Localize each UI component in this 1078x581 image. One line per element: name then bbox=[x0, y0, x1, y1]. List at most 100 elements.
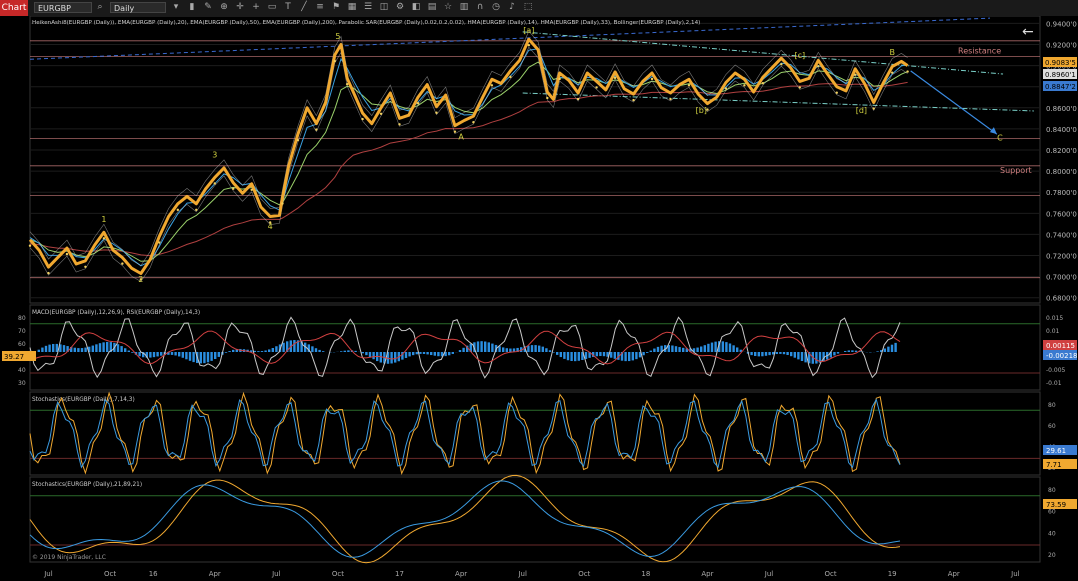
x-tick-label: 16 bbox=[149, 570, 158, 578]
price-tick-label: 0.7400'0 bbox=[1046, 231, 1077, 239]
sar-dot bbox=[472, 121, 475, 124]
window-icon[interactable]: ⚙ bbox=[394, 1, 406, 14]
macd-histogram-bar bbox=[462, 347, 465, 352]
add-icon[interactable]: ▭ bbox=[266, 1, 278, 14]
macd-histogram-bar bbox=[77, 348, 80, 352]
sar-dot bbox=[650, 77, 654, 81]
macd-rsi-badge-value: 39.27 bbox=[4, 353, 24, 361]
sar-dot bbox=[250, 188, 253, 191]
stoch-slow-tick: 20 bbox=[1048, 552, 1056, 559]
macd-histogram-bar bbox=[343, 350, 346, 352]
list-icon[interactable]: ◫ bbox=[378, 1, 390, 14]
macd-histogram-bar bbox=[275, 346, 278, 352]
resistance-label: Resistance bbox=[958, 47, 1001, 56]
macd-histogram-bar bbox=[642, 352, 645, 356]
macd-histogram-bar bbox=[394, 352, 397, 363]
zoom-icon[interactable]: ✛ bbox=[234, 1, 246, 14]
bell-icon[interactable]: ⬚ bbox=[522, 1, 534, 14]
macd-histogram-bar bbox=[430, 352, 433, 356]
macd-histogram-bar bbox=[268, 349, 271, 352]
macd-histogram-bar bbox=[480, 341, 483, 352]
macd-histogram-bar bbox=[487, 342, 490, 352]
sar-dot bbox=[890, 71, 894, 74]
flag-icon[interactable]: ▦ bbox=[346, 1, 358, 14]
x-tick-label: Jul bbox=[1010, 570, 1020, 578]
price-tick-label: 0.9400'0 bbox=[1046, 20, 1077, 28]
sar-dot bbox=[490, 84, 494, 87]
search-icon[interactable]: ⌕ bbox=[94, 1, 106, 14]
layers-icon[interactable]: ▤ bbox=[426, 1, 438, 14]
search-icon[interactable]: ▾ bbox=[170, 1, 182, 14]
macd-histogram-bar bbox=[833, 352, 836, 356]
macd-histogram-bar bbox=[570, 352, 573, 361]
stoch-slow-badge-value: 73.59 bbox=[1046, 501, 1066, 509]
text-icon[interactable]: ╱ bbox=[298, 1, 310, 14]
fib-icon[interactable]: ⚑ bbox=[330, 1, 342, 14]
price-tick-label: 0.8000'0 bbox=[1046, 168, 1077, 176]
clock-icon[interactable]: ♪ bbox=[506, 1, 518, 14]
macd-histogram-bar bbox=[703, 345, 706, 352]
star-icon[interactable]: ▥ bbox=[458, 1, 470, 14]
macd-histogram-bar bbox=[217, 352, 220, 357]
macd-histogram-bar bbox=[224, 352, 228, 353]
chart-tab[interactable]: Chart bbox=[0, 0, 28, 16]
macd-histogram-bar bbox=[98, 343, 102, 352]
sar-dot bbox=[435, 111, 438, 114]
timeframe-selector[interactable]: Daily bbox=[110, 2, 166, 13]
macd-rsi-tick-right: 0.01 bbox=[1046, 328, 1060, 335]
sar-dot bbox=[195, 208, 198, 212]
macd-histogram-bar bbox=[84, 347, 87, 352]
chart-area[interactable]: 0.9400'00.9200'00.9000'00.8800'00.8600'0… bbox=[0, 16, 1078, 581]
wave-label: [a] bbox=[523, 26, 534, 35]
macd-histogram-bar bbox=[199, 352, 202, 364]
ruler-icon[interactable]: T bbox=[282, 1, 294, 14]
macd-histogram-bar bbox=[534, 345, 537, 352]
macd-histogram-bar bbox=[887, 346, 890, 352]
macd-histogram-bar bbox=[149, 352, 152, 358]
bars-icon[interactable]: ✎ bbox=[202, 1, 214, 14]
macd-rsi-tick: 40 bbox=[18, 367, 26, 374]
settings-icon[interactable]: ◧ bbox=[410, 1, 422, 14]
macd-histogram-bar bbox=[538, 345, 541, 352]
macd-histogram-bar bbox=[782, 352, 786, 355]
draw-icon[interactable]: ⊕ bbox=[218, 1, 230, 14]
price-tick-label: 0.8200'0 bbox=[1046, 147, 1077, 155]
macd-histogram-bar bbox=[437, 352, 440, 357]
crosshair-icon[interactable]: + bbox=[250, 1, 262, 14]
macd-histogram-bar bbox=[228, 351, 231, 352]
dropdown-icon[interactable]: ▮ bbox=[186, 1, 198, 14]
macd-histogram-bar bbox=[318, 349, 321, 352]
sar-dot bbox=[65, 252, 69, 256]
x-tick-label: Apr bbox=[948, 570, 960, 578]
sar-dot bbox=[854, 73, 857, 76]
macd-histogram-bar bbox=[674, 346, 678, 352]
calendar-icon[interactable]: ☆ bbox=[442, 1, 454, 14]
magnet-icon[interactable]: ◷ bbox=[490, 1, 502, 14]
sar-dot bbox=[176, 208, 180, 212]
sar-dot bbox=[613, 76, 617, 80]
grid-icon[interactable]: ☰ bbox=[362, 1, 374, 14]
x-tick-label: Jul bbox=[43, 570, 53, 578]
sar-dot bbox=[558, 77, 561, 81]
chart-icon[interactable]: ∩ bbox=[474, 1, 486, 14]
support-label: Support bbox=[1000, 166, 1032, 175]
macd-histogram-bar bbox=[311, 346, 314, 352]
macd-histogram-bar bbox=[192, 352, 195, 363]
macd-histogram-bar bbox=[156, 352, 159, 357]
macd-histogram-bar bbox=[671, 345, 674, 352]
macd-histogram-bar bbox=[721, 341, 724, 352]
macd-histogram-bar bbox=[509, 348, 512, 352]
macd-histogram-bar bbox=[854, 350, 858, 352]
line-icon[interactable]: ≡ bbox=[314, 1, 326, 14]
chart-toolbar: Chart EURGBP ⌕ Daily ▾ ▮ ✎ ⊕ ✛ + ▭ T ╱ ≡ ⚑ ▦ ☰ ◫ ⚙ ◧ ▤ ☆ ▥… bbox=[0, 0, 1078, 17]
macd-rsi-tick: 70 bbox=[18, 328, 26, 335]
macd-histogram-bar bbox=[127, 350, 130, 352]
macd-histogram-bar bbox=[62, 345, 66, 352]
macd-histogram-bar bbox=[646, 352, 649, 353]
macd-histogram-bar bbox=[412, 352, 415, 356]
macd-histogram-bar bbox=[390, 352, 393, 364]
instrument-selector[interactable]: EURGBP bbox=[34, 2, 92, 13]
macd-histogram-bar bbox=[700, 346, 703, 352]
macd-histogram-bar bbox=[635, 352, 638, 360]
sar-dot bbox=[669, 97, 672, 101]
